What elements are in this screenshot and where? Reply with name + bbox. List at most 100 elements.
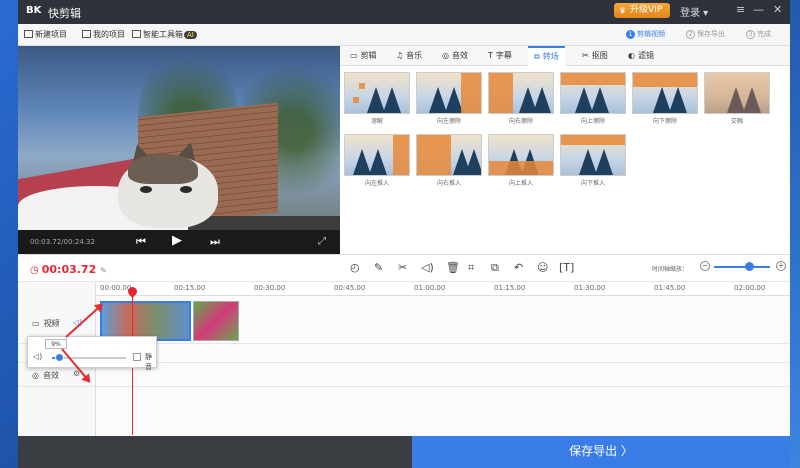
transition-push-up[interactable] — [488, 134, 554, 176]
transition-label: 向上擦除 — [580, 118, 605, 125]
title-bar: BK 快剪辑 ♛ 升级VIP 登录 ▾ ≡ — ✕ — [18, 0, 790, 24]
vip-label: 升级VIP — [630, 5, 663, 15]
music-icon: ♫ — [396, 51, 404, 60]
ai-badge: AI — [184, 31, 197, 39]
smart-toolbox-button[interactable]: 智能工具箱 AI — [132, 29, 197, 40]
transition-label: 向下擦除 — [652, 118, 677, 125]
new-project-button[interactable]: 新建项目 — [24, 29, 67, 40]
ai-text-icon[interactable]: [T] — [559, 261, 574, 274]
tab-filters[interactable]: ◐ 滤镜 — [622, 46, 660, 66]
transition-icon: ⧉ — [534, 52, 540, 61]
edit-icon: ▭ — [350, 51, 358, 60]
app-logo: BK — [26, 5, 42, 16]
tab-music[interactable]: ♫ 音乐 — [390, 46, 428, 66]
fullscreen-icon[interactable]: ⤢ — [318, 236, 326, 247]
folder-icon — [82, 30, 91, 38]
ruler-label: 00:15.00 — [174, 284, 206, 292]
transition-push-left[interactable] — [344, 134, 410, 176]
zoom-label: 时间轴缩放： — [652, 266, 689, 273]
upgrade-vip-button[interactable]: ♛ 升级VIP — [614, 3, 670, 18]
video-clip-1[interactable] — [100, 301, 191, 341]
close-button[interactable]: ✕ — [773, 3, 782, 16]
scissors-icon[interactable]: ✂ — [398, 261, 407, 274]
zoom-out-icon[interactable]: − — [700, 261, 710, 271]
tab-subtitles[interactable]: T 字幕 — [482, 46, 518, 66]
timeline-toolbar: ◷ 00:03.72 ✎ ◴ ✎ ✂ ◁) 🗑 ⌗ ⧉ ↶ ☺ [T] 时间轴缩放… — [18, 254, 790, 282]
app-name: 快剪辑 — [48, 7, 81, 20]
transition-wipe-right[interactable] — [488, 72, 554, 114]
volume-slider-handle[interactable] — [54, 353, 64, 362]
tab-edit[interactable]: ▭ 剪辑 — [344, 46, 383, 66]
current-time: ◷ 00:03.72 ✎ — [30, 263, 107, 276]
filter-icon: ◐ — [628, 51, 635, 60]
transition-dissolve[interactable] — [344, 72, 410, 114]
transition-wipe-left[interactable] — [416, 72, 482, 114]
timeline-ruler[interactable]: 00:00.00 00:15.00 00:30.00 00:45.00 01:0… — [96, 282, 790, 296]
transition-blend[interactable] — [704, 72, 770, 114]
transition-push-right[interactable] — [416, 134, 482, 176]
delete-icon[interactable]: 🗑 — [446, 261, 460, 274]
speed-icon[interactable]: ◴ — [350, 261, 360, 274]
volume-popup: 9% ◁) 静音 — [27, 336, 157, 371]
ruler-label: 01:45.00 — [654, 284, 686, 292]
edit-time-icon[interactable]: ✎ — [100, 266, 107, 275]
transition-label: 向右擦除 — [508, 118, 533, 125]
transition-label: 向右推入 — [436, 180, 461, 187]
ruler-label: 00:45.00 — [334, 284, 366, 292]
toolbox-icon — [132, 30, 141, 38]
tab-sound-effects[interactable]: ◎ 音效 — [436, 46, 474, 66]
tab-cutout[interactable]: ✂ 抠图 — [576, 46, 614, 66]
video-track-icon: ▭ — [32, 319, 40, 328]
video-track-label: ▭ 视频 — [32, 319, 60, 328]
text-icon: T — [488, 51, 493, 60]
clock-icon: ◷ — [30, 265, 39, 276]
play-icon[interactable]: ▶ — [172, 233, 182, 248]
sound-effects-icon: ◎ — [442, 51, 449, 60]
transition-wipe-up[interactable] — [560, 72, 626, 114]
tab-transitions[interactable]: ⧉ 转场 — [528, 46, 565, 66]
next-frame-icon[interactable]: ⏭ — [210, 235, 220, 249]
transition-gallery: 溶解 向左擦除 向右擦除 向上擦除 向下擦除 交融 向左推入 向右推入 向上推入… — [340, 66, 790, 254]
undo-icon[interactable]: ↶ — [514, 261, 523, 274]
video-preview: 00:03.72/00:24.32 ⏮ ▶ ⏭ ⤢ — [18, 46, 340, 254]
zoom-in-icon[interactable]: + — [776, 261, 786, 271]
speaker-icon: ◁) — [33, 352, 43, 361]
player-controls: 00:03.72/00:24.32 ⏮ ▶ ⏭ ⤢ — [18, 230, 340, 254]
crown-icon: ♛ — [619, 6, 627, 15]
mute-checkbox[interactable] — [133, 353, 141, 361]
zoom-slider-handle[interactable] — [745, 262, 754, 271]
bottom-bar — [18, 436, 412, 468]
video-clip-2[interactable] — [193, 301, 239, 341]
step-done: 3 完成 — [746, 29, 771, 39]
ruler-label: 02:00.00 — [734, 284, 766, 292]
menu-icon[interactable]: ≡ — [736, 3, 745, 16]
save-export-button[interactable]: 保存导出 〉 — [412, 436, 790, 468]
volume-icon[interactable]: ◁) — [421, 261, 434, 274]
mute-label: 静音 — [145, 353, 152, 371]
transition-wipe-down[interactable] — [632, 72, 698, 114]
zoom-slider[interactable] — [714, 266, 770, 268]
copy-icon[interactable]: ⧉ — [491, 261, 499, 275]
menu-bar: 新建项目 我的项目 智能工具箱 AI 1 剪辑视频 2 保存导出 3 完成 — [18, 24, 790, 46]
track-divider — [18, 386, 790, 387]
transition-label: 溶解 — [370, 118, 383, 125]
my-projects-button[interactable]: 我的项目 — [82, 29, 125, 40]
step-export: 2 保存导出 — [686, 29, 725, 39]
step-edit: 1 剪辑视频 — [626, 29, 665, 39]
minimize-button[interactable]: — — [753, 3, 764, 16]
sticker-icon[interactable]: ☺ — [537, 261, 548, 274]
new-project-icon — [24, 30, 33, 38]
pencil-icon[interactable]: ✎ — [374, 261, 383, 274]
transition-push-down[interactable] — [560, 134, 626, 176]
sound-track-icon: ◎ — [32, 371, 39, 380]
preview-frame[interactable] — [18, 46, 340, 230]
login-button[interactable]: 登录 ▾ — [680, 4, 708, 19]
panel-tabs: ▭ 剪辑 ♫ 音乐 ◎ 音效 T 字幕 ⧉ 转场 ✂ 抠图 ◐ 滤镜 — [340, 46, 790, 66]
ruler-label: 01:15.00 — [494, 284, 526, 292]
cutout-icon: ✂ — [582, 51, 589, 60]
sound-track-label: ◎ 音效 — [32, 371, 59, 380]
ruler-label: 00:30.00 — [254, 284, 286, 292]
crop-icon[interactable]: ⌗ — [468, 261, 474, 275]
prev-frame-icon[interactable]: ⏮ — [136, 235, 146, 249]
transition-label: 交融 — [730, 118, 743, 125]
